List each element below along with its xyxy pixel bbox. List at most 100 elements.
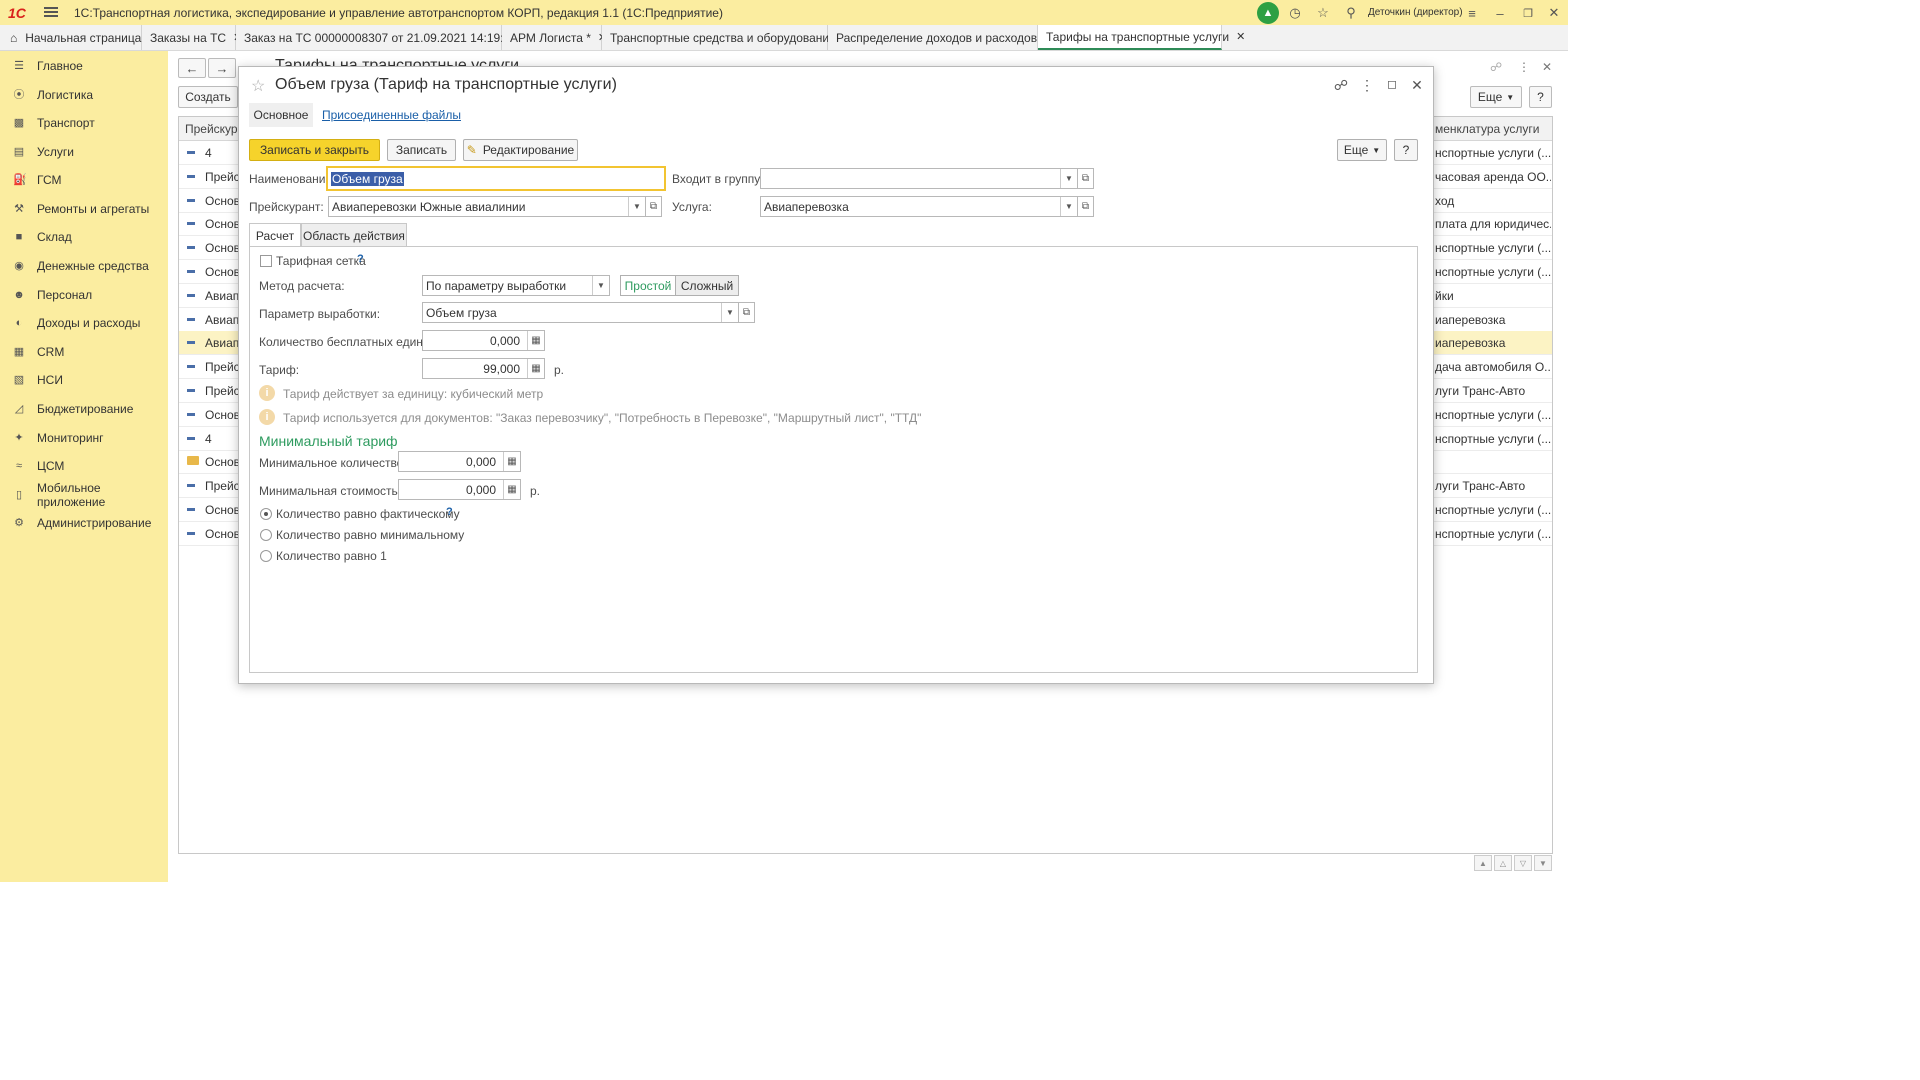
- sidebar-item-administration[interactable]: ⚙ Администрирование: [0, 509, 168, 537]
- mode-complex-button[interactable]: Сложный: [675, 275, 739, 296]
- open-group-icon[interactable]: ⧉: [1077, 168, 1094, 189]
- open-service-icon[interactable]: ⧉: [1077, 196, 1094, 217]
- list-help-button[interactable]: ?: [1529, 86, 1552, 108]
- dialog-help-button[interactable]: ?: [1394, 139, 1418, 161]
- sidebar-item-mobile[interactable]: ▯ Мобильное приложение: [0, 481, 168, 509]
- more-vert-icon[interactable]: ⋮: [1359, 77, 1375, 94]
- tab-main[interactable]: Основное: [249, 103, 313, 127]
- calculator-icon[interactable]: ▦: [527, 359, 544, 378]
- tab-transport-tariffs[interactable]: Тарифы на транспортные услуги ✕: [1038, 25, 1245, 50]
- scroll-bottom-button[interactable]: ▼: [1534, 855, 1552, 871]
- tab-attached-files[interactable]: Присоединенные файлы: [322, 108, 461, 122]
- pricelist-input[interactable]: Авиаперевозки Южные авиалинии ▼: [328, 196, 646, 217]
- tab-logist-workplace[interactable]: АРМ Логиста *✕: [502, 25, 607, 50]
- list-more-button[interactable]: Еще ▼: [1470, 86, 1522, 108]
- group-input[interactable]: ▼: [760, 168, 1078, 189]
- link-icon[interactable]: ☍: [1490, 60, 1502, 74]
- calculator-icon[interactable]: ▦: [527, 331, 544, 350]
- min-cost-input[interactable]: 0,000 ▦: [398, 479, 521, 500]
- sidebar-item-crm[interactable]: ▦ CRM: [0, 338, 168, 366]
- settings-menu-icon[interactable]: ≡: [1462, 3, 1482, 23]
- scroll-down-button[interactable]: ▽: [1514, 855, 1532, 871]
- sidebar-item-services[interactable]: ▤ Услуги: [0, 138, 168, 166]
- app-logo[interactable]: 1С: [8, 5, 26, 21]
- scroll-top-button[interactable]: ▲: [1474, 855, 1492, 871]
- close-form-icon[interactable]: ✕: [1542, 60, 1552, 74]
- sidebar-item-logistics[interactable]: ⦿ Логистика: [0, 81, 168, 109]
- save-and-close-button[interactable]: Записать и закрыть: [249, 139, 380, 161]
- name-input[interactable]: Объем груза: [326, 166, 666, 191]
- tab-scope[interactable]: Область действия: [301, 223, 407, 247]
- tab-ts-orders[interactable]: Заказы на ТС✕: [142, 25, 242, 50]
- radio-qty-actual-label[interactable]: Количество равно фактическому: [276, 507, 460, 521]
- tab-calculation[interactable]: Расчет: [249, 223, 301, 247]
- tariff-input[interactable]: 99,000 ▦: [422, 358, 545, 379]
- edit-button[interactable]: ✎ Редактирование: [463, 139, 578, 161]
- calculator-icon[interactable]: ▦: [503, 480, 520, 499]
- scroll-up-button[interactable]: △: [1494, 855, 1512, 871]
- open-param-icon[interactable]: ⧉: [738, 302, 755, 323]
- help-question-icon[interactable]: ?: [446, 506, 453, 518]
- restore-icon[interactable]: ❐: [1518, 3, 1538, 23]
- sidebar-item-warehouse[interactable]: ■ Склад: [0, 223, 168, 251]
- radio-qty-one[interactable]: [260, 550, 272, 562]
- favorite-star-icon[interactable]: ☆: [251, 76, 265, 96]
- dropdown-arrow-icon[interactable]: ▼: [1060, 169, 1077, 188]
- cell-pricelist: 4: [205, 431, 212, 446]
- tab-income-distribution[interactable]: Распределение доходов и расходов✕: [828, 25, 1053, 50]
- close-window-icon[interactable]: ✕: [1544, 3, 1564, 23]
- sidebar-item-fuel[interactable]: ⛽ ГСМ: [0, 166, 168, 194]
- calculator-icon[interactable]: ▦: [503, 452, 520, 471]
- sidebar-item-budget[interactable]: ◿ Бюджетирование: [0, 395, 168, 423]
- sidebar-item-transport[interactable]: ▩ Транспорт: [0, 109, 168, 137]
- notification-icon[interactable]: ▲: [1257, 2, 1279, 24]
- favorites-star-icon[interactable]: ☆: [1313, 3, 1333, 23]
- tab-home[interactable]: ⌂ Начальная страница: [0, 25, 142, 50]
- save-button[interactable]: Записать: [387, 139, 456, 161]
- link-icon[interactable]: ☍: [1333, 77, 1349, 94]
- radio-qty-minimum[interactable]: [260, 529, 272, 541]
- sidebar-item-csm[interactable]: ≈ ЦСМ: [0, 452, 168, 480]
- method-select[interactable]: По параметру выработки ▼: [422, 275, 610, 296]
- history-icon[interactable]: ◷: [1285, 3, 1305, 23]
- create-button[interactable]: Создать: [178, 86, 238, 108]
- close-tab-icon[interactable]: ✕: [1236, 30, 1245, 43]
- dropdown-arrow-icon[interactable]: ▼: [592, 276, 609, 295]
- user-name[interactable]: Деточкин (директор): [1368, 7, 1463, 18]
- back-button[interactable]: ←: [178, 58, 206, 78]
- service-input[interactable]: Авиаперевозка ▼: [760, 196, 1078, 217]
- sidebar-item-income[interactable]: ◐ Доходы и расходы: [0, 309, 168, 337]
- main-menu-icon[interactable]: [44, 5, 58, 19]
- sidebar-item-personnel[interactable]: ☻ Персонал: [0, 281, 168, 309]
- more-vert-icon[interactable]: ⋮: [1518, 60, 1530, 74]
- help-question-icon[interactable]: ?: [357, 253, 364, 265]
- sidebar-item-main[interactable]: ☰ Главное: [0, 52, 168, 80]
- dropdown-arrow-icon[interactable]: ▼: [721, 303, 738, 322]
- sidebar-item-nsi[interactable]: ▧ НСИ: [0, 366, 168, 394]
- param-select[interactable]: Объем груза ▼: [422, 302, 739, 323]
- search-icon[interactable]: ⚲: [1341, 3, 1361, 23]
- sidebar-item-repairs[interactable]: ⚒ Ремонты и агрегаты: [0, 195, 168, 223]
- dropdown-arrow-icon[interactable]: ▼: [628, 197, 645, 216]
- column-header-service[interactable]: менклатура услуги: [1435, 122, 1539, 136]
- min-qty-input[interactable]: 0,000 ▦: [398, 451, 521, 472]
- mode-simple-button[interactable]: Простой: [620, 275, 676, 296]
- dialog-more-button[interactable]: Еще ▼: [1337, 139, 1387, 161]
- forward-button[interactable]: →: [208, 58, 236, 78]
- maximize-icon[interactable]: ◻: [1384, 77, 1400, 91]
- radio-qty-one-label[interactable]: Количество равно 1: [276, 549, 387, 563]
- dropdown-arrow-icon[interactable]: ▼: [1060, 197, 1077, 216]
- column-header-pricelist[interactable]: Прейскура: [185, 122, 244, 136]
- cell-service: луги Транс-Авто: [1435, 384, 1526, 398]
- tariff-grid-checkbox[interactable]: [260, 255, 272, 267]
- close-dialog-icon[interactable]: ✕: [1409, 77, 1425, 94]
- minimize-icon[interactable]: –: [1490, 3, 1510, 23]
- sidebar-item-monitoring[interactable]: ✦ Мониторинг: [0, 424, 168, 452]
- radio-qty-actual[interactable]: [260, 508, 272, 520]
- tab-vehicles[interactable]: Транспортные средства и оборудование✕: [602, 25, 852, 50]
- open-pricelist-icon[interactable]: ⧉: [645, 196, 662, 217]
- sidebar-item-money[interactable]: ◉ Денежные средства: [0, 252, 168, 280]
- free-units-input[interactable]: 0,000 ▦: [422, 330, 545, 351]
- tab-ts-order[interactable]: Заказ на ТС 00000008307 от 21.09.2021 14…: [236, 25, 533, 50]
- radio-qty-minimum-label[interactable]: Количество равно минимальному: [276, 528, 464, 542]
